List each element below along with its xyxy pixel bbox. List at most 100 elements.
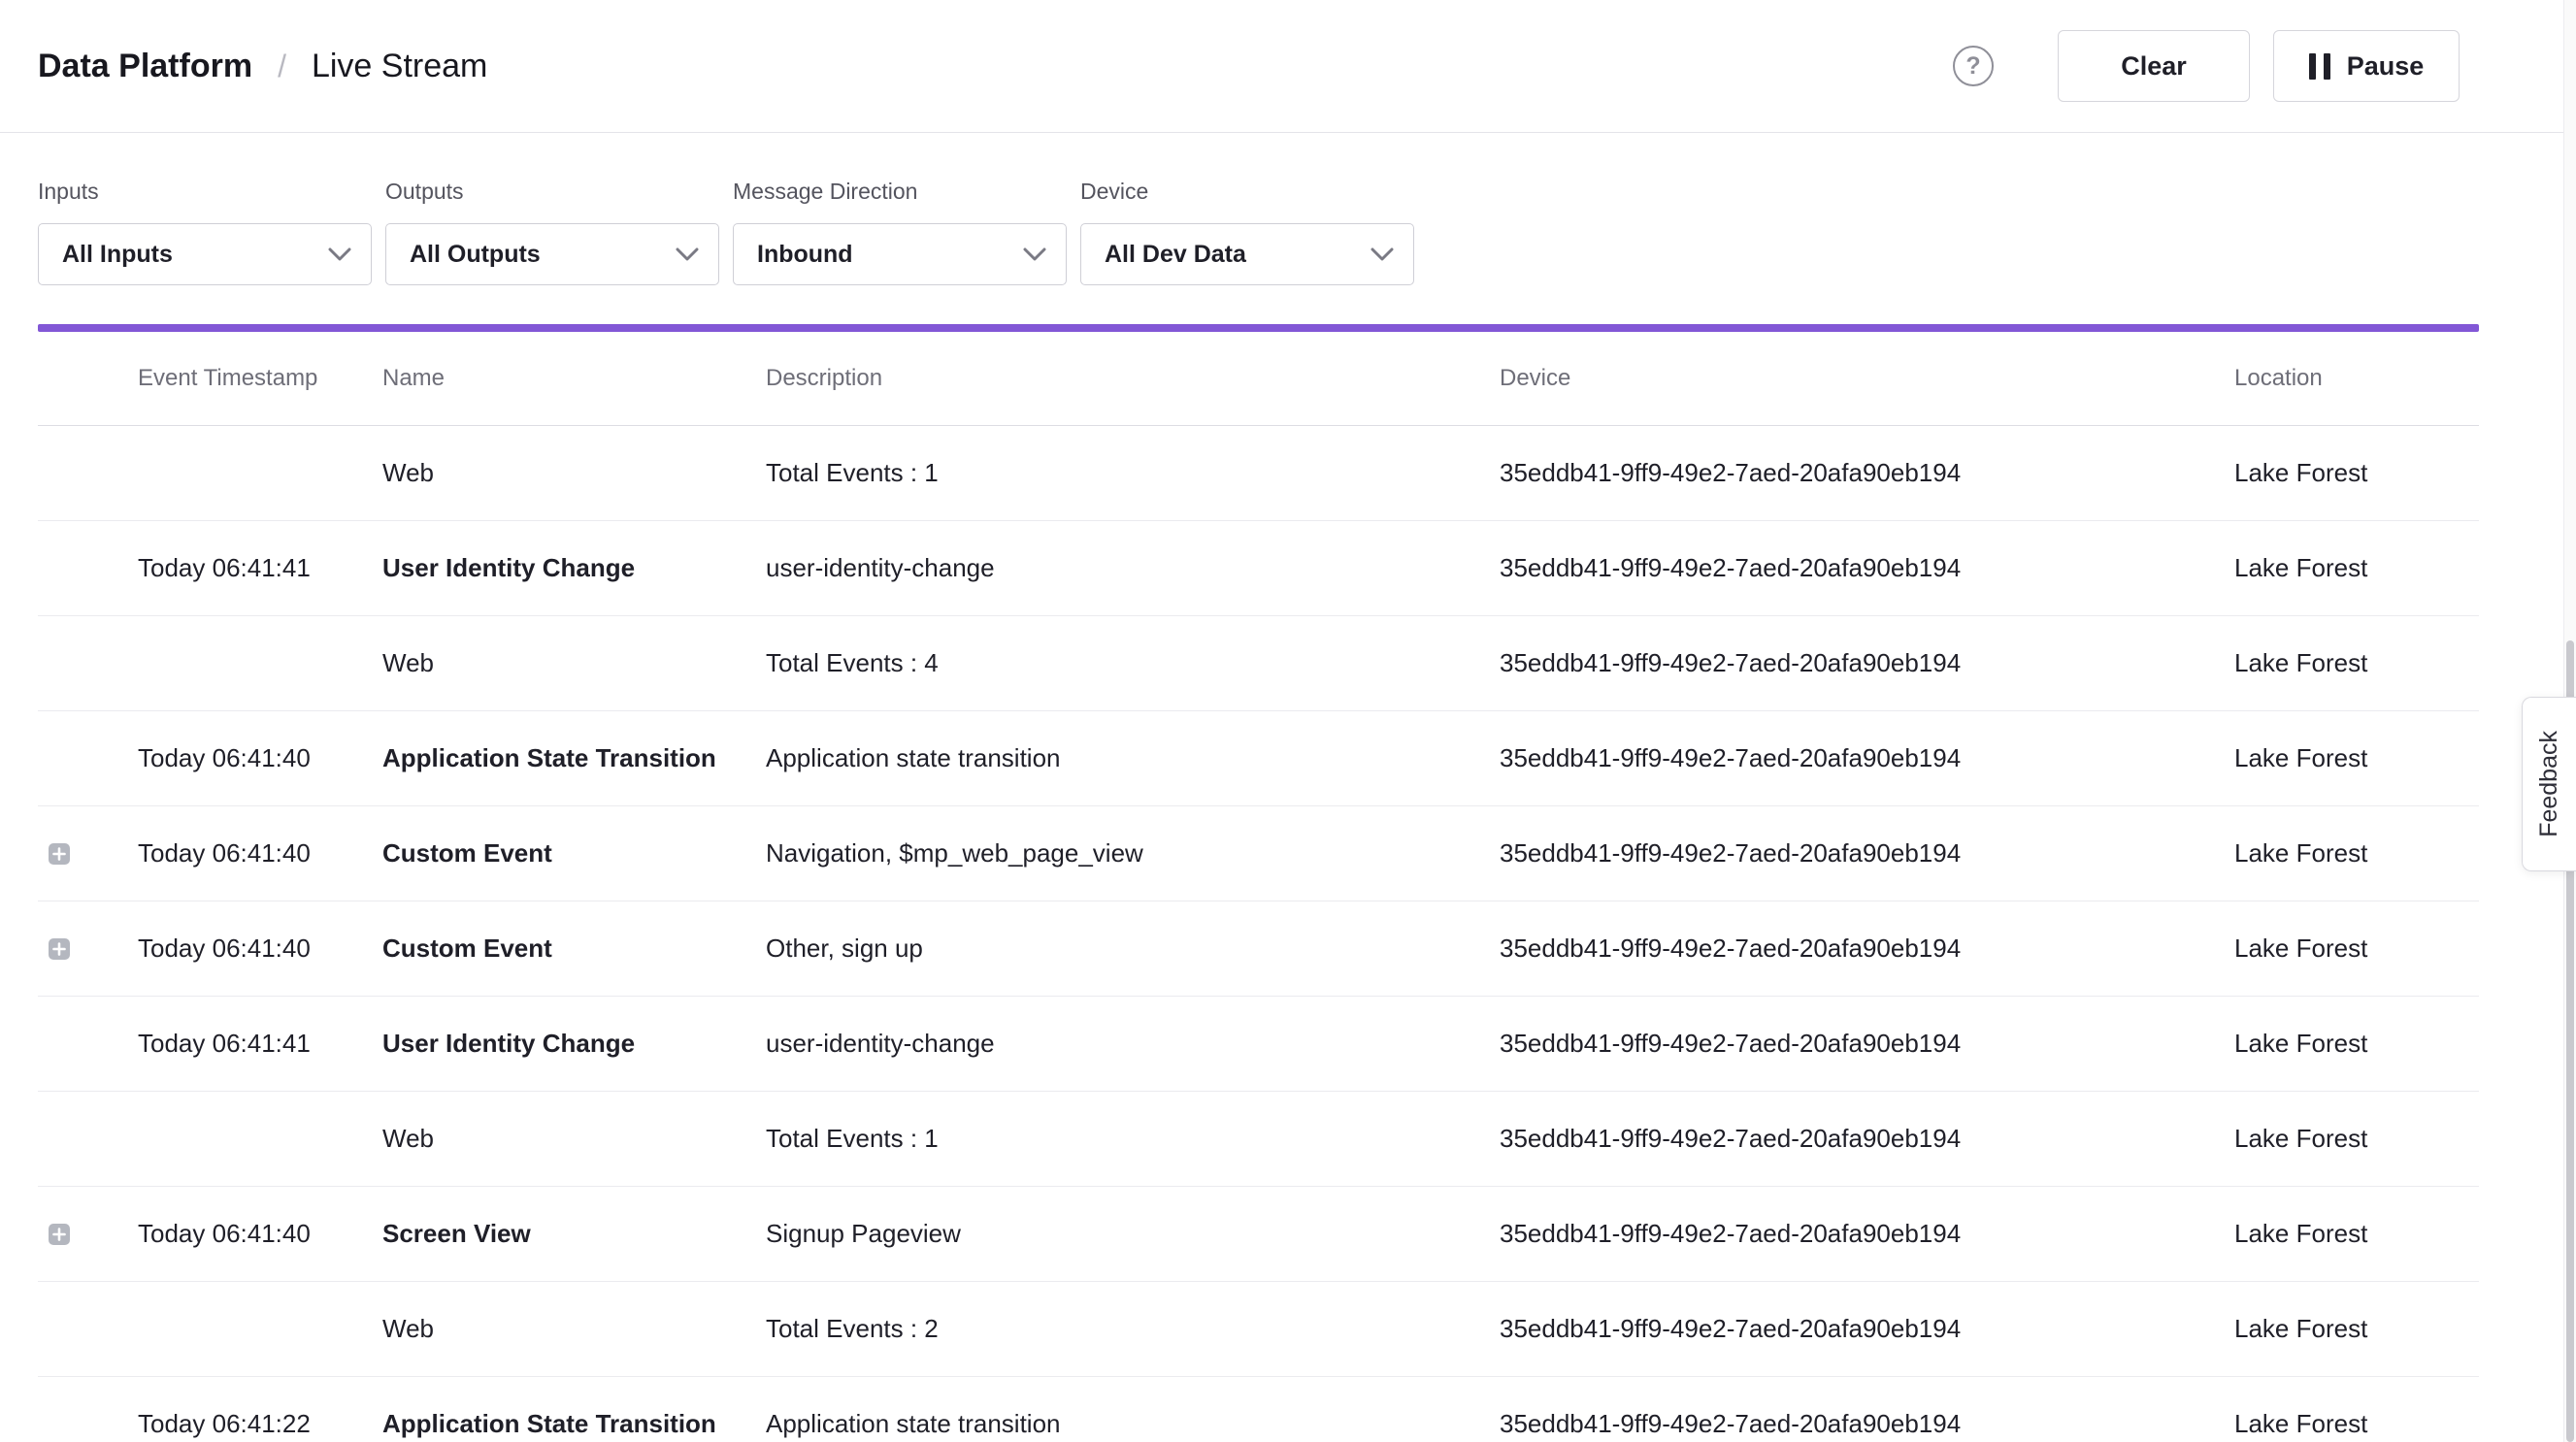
expand-cell: [38, 842, 138, 866]
expand-cell: [38, 937, 138, 961]
event-timestamp: Today 06:41:40: [138, 838, 382, 868]
expand-cell: [38, 462, 138, 485]
breadcrumb-separator: /: [278, 49, 286, 84]
expand-cell: [38, 557, 138, 580]
page-title: Live Stream: [312, 48, 487, 85]
filter-bar: Inputs All Inputs Outputs All Outputs Me…: [0, 133, 2576, 285]
event-location: Lake Forest: [2234, 1219, 2479, 1249]
expand-cell: [38, 1413, 138, 1436]
table-body: Web Total Events : 1 35eddb41-9ff9-49e2-…: [38, 426, 2479, 1442]
event-location: Lake Forest: [2234, 1124, 2479, 1154]
filter-dropdown[interactable]: Inbound: [733, 223, 1067, 285]
chevron-down-icon: [1023, 241, 1046, 269]
pause-button-label: Pause: [2347, 51, 2425, 82]
table-row[interactable]: Today 06:41:41 User Identity Change user…: [38, 997, 2479, 1092]
event-name: Screen View: [382, 1219, 766, 1249]
event-location: Lake Forest: [2234, 743, 2479, 773]
column-header-device: Device: [1500, 365, 2234, 392]
event-name: Web: [382, 458, 766, 488]
event-location: Lake Forest: [2234, 648, 2479, 678]
expand-icon[interactable]: [48, 842, 71, 866]
event-location: Lake Forest: [2234, 553, 2479, 583]
expand-icon[interactable]: [48, 937, 71, 961]
event-device: 35eddb41-9ff9-49e2-7aed-20afa90eb194: [1500, 1409, 2234, 1439]
table-row[interactable]: Web Total Events : 1 35eddb41-9ff9-49e2-…: [38, 1092, 2479, 1187]
table-header: Event Timestamp Name Description Device …: [38, 332, 2479, 426]
event-name: Web: [382, 1124, 766, 1154]
table-row[interactable]: Today 06:41:40 Screen View Signup Pagevi…: [38, 1187, 2479, 1282]
event-timestamp: Today 06:41:40: [138, 743, 382, 773]
feedback-tab[interactable]: Feedback: [2522, 697, 2576, 871]
table-row[interactable]: Web Total Events : 4 35eddb41-9ff9-49e2-…: [38, 616, 2479, 711]
event-device: 35eddb41-9ff9-49e2-7aed-20afa90eb194: [1500, 743, 2234, 773]
chevron-down-icon: [1371, 241, 1394, 269]
pause-icon: [2309, 53, 2330, 80]
filter-dropdown-value: All Inputs: [62, 241, 173, 269]
expand-cell: [38, 1318, 138, 1341]
accent-bar: [38, 324, 2479, 332]
event-location: Lake Forest: [2234, 458, 2479, 488]
expand-cell: [38, 1223, 138, 1246]
event-name: Custom Event: [382, 838, 766, 868]
event-name: User Identity Change: [382, 1029, 766, 1059]
filter: Inputs All Inputs: [38, 179, 372, 285]
event-table: Event Timestamp Name Description Device …: [38, 332, 2479, 1442]
event-location: Lake Forest: [2234, 1409, 2479, 1439]
filter-label: Message Direction: [733, 179, 1067, 205]
event-name: User Identity Change: [382, 553, 766, 583]
event-device: 35eddb41-9ff9-49e2-7aed-20afa90eb194: [1500, 1124, 2234, 1154]
filter-dropdown[interactable]: All Inputs: [38, 223, 372, 285]
filter-label: Outputs: [385, 179, 719, 205]
feedback-tab-label: Feedback: [2535, 731, 2563, 837]
table-row[interactable]: Web Total Events : 2 35eddb41-9ff9-49e2-…: [38, 1282, 2479, 1377]
event-location: Lake Forest: [2234, 1029, 2479, 1059]
clear-button[interactable]: Clear: [2058, 30, 2250, 102]
page-header: Data Platform / Live Stream ? Clear Paus…: [0, 0, 2576, 133]
column-header-description: Description: [766, 365, 1500, 392]
expand-cell: [38, 1128, 138, 1151]
table-row[interactable]: Today 06:41:41 User Identity Change user…: [38, 521, 2479, 616]
event-device: 35eddb41-9ff9-49e2-7aed-20afa90eb194: [1500, 1314, 2234, 1344]
filter-dropdown[interactable]: All Outputs: [385, 223, 719, 285]
event-description: Total Events : 4: [766, 648, 1500, 678]
event-description: Application state transition: [766, 1409, 1500, 1439]
event-location: Lake Forest: [2234, 1314, 2479, 1344]
column-header-name: Name: [382, 365, 766, 392]
column-header-timestamp: Event Timestamp: [138, 365, 382, 392]
event-description: Signup Pageview: [766, 1219, 1500, 1249]
event-description: Total Events : 2: [766, 1314, 1500, 1344]
event-timestamp: Today 06:41:41: [138, 1029, 382, 1059]
event-name: Web: [382, 648, 766, 678]
breadcrumb[interactable]: Data Platform: [38, 48, 252, 85]
table-row[interactable]: Today 06:41:40 Custom Event Other, sign …: [38, 901, 2479, 997]
event-description: user-identity-change: [766, 553, 1500, 583]
filter-label: Inputs: [38, 179, 372, 205]
table-row[interactable]: Today 06:41:22 Application State Transit…: [38, 1377, 2479, 1442]
pause-button[interactable]: Pause: [2273, 30, 2460, 102]
event-device: 35eddb41-9ff9-49e2-7aed-20afa90eb194: [1500, 553, 2234, 583]
event-description: user-identity-change: [766, 1029, 1500, 1059]
expand-cell: [38, 1032, 138, 1056]
header-actions: ? Clear Pause: [1953, 30, 2460, 102]
event-name: Web: [382, 1314, 766, 1344]
chevron-down-icon: [676, 241, 699, 269]
event-location: Lake Forest: [2234, 934, 2479, 964]
help-icon[interactable]: ?: [1953, 46, 1994, 86]
event-location: Lake Forest: [2234, 838, 2479, 868]
chevron-down-icon: [328, 241, 351, 269]
table-row[interactable]: Web Total Events : 1 35eddb41-9ff9-49e2-…: [38, 426, 2479, 521]
event-timestamp: Today 06:41:22: [138, 1409, 382, 1439]
event-device: 35eddb41-9ff9-49e2-7aed-20afa90eb194: [1500, 1219, 2234, 1249]
table-row[interactable]: Today 06:41:40 Custom Event Navigation, …: [38, 806, 2479, 901]
expand-cell: [38, 652, 138, 675]
event-name: Application State Transition: [382, 1409, 766, 1439]
event-timestamp: Today 06:41:40: [138, 1219, 382, 1249]
event-device: 35eddb41-9ff9-49e2-7aed-20afa90eb194: [1500, 1029, 2234, 1059]
event-description: Total Events : 1: [766, 458, 1500, 488]
event-timestamp: Today 06:41:41: [138, 553, 382, 583]
filter-dropdown[interactable]: All Dev Data: [1080, 223, 1414, 285]
table-row[interactable]: Today 06:41:40 Application State Transit…: [38, 711, 2479, 806]
event-description: Application state transition: [766, 743, 1500, 773]
filter-dropdown-value: All Dev Data: [1105, 241, 1246, 269]
expand-icon[interactable]: [48, 1223, 71, 1246]
